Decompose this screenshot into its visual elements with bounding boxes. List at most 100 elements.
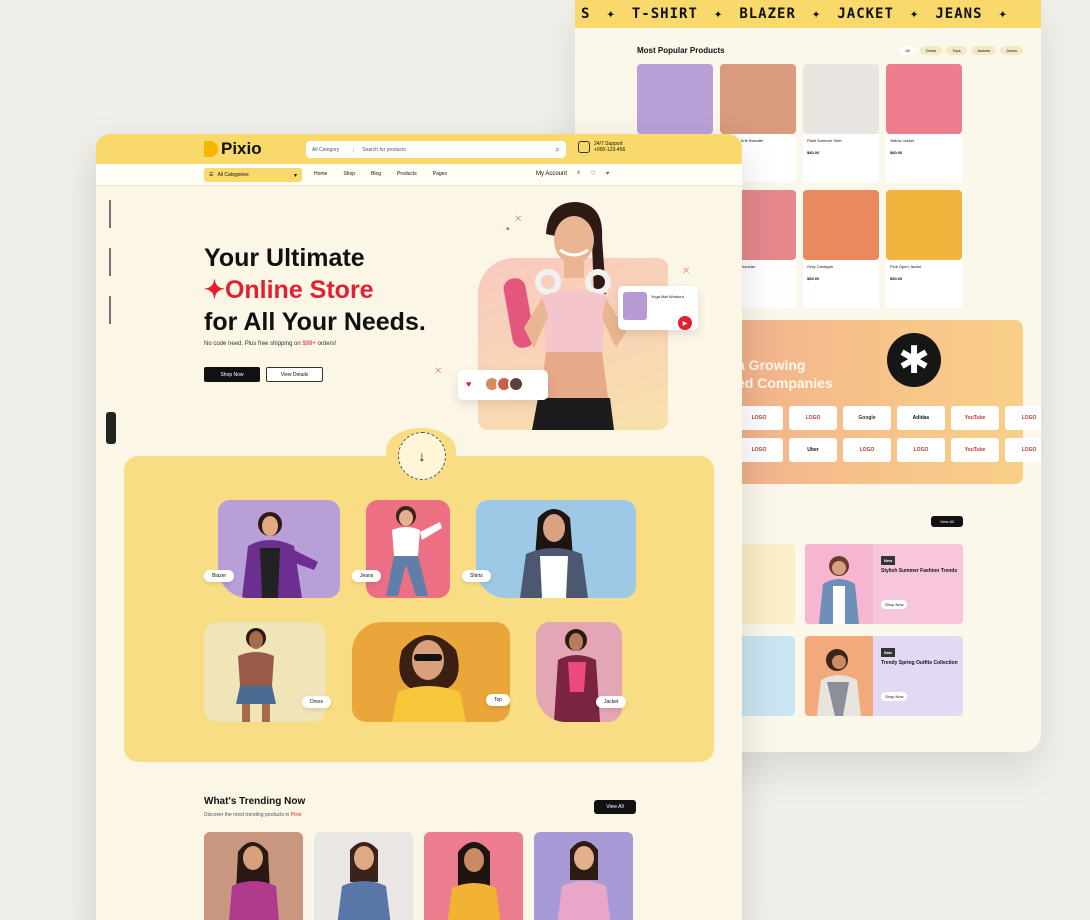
trending-product-card[interactable]	[204, 832, 303, 920]
product-image	[886, 64, 962, 134]
tab-all[interactable]: All	[899, 46, 916, 55]
search-category-select[interactable]: All Category	[312, 146, 355, 153]
product-price: $80.00	[807, 150, 820, 155]
hero-line: for All Your Needs.	[204, 308, 426, 336]
slide-dot[interactable]	[109, 200, 111, 228]
promo-model-image	[805, 636, 873, 716]
sponsor-title-line: a Growing	[737, 357, 806, 373]
product-image	[803, 64, 879, 134]
star-icon: ✦	[713, 6, 724, 22]
company-logo: Google	[843, 406, 891, 430]
tab-jackets[interactable]: Jackets	[970, 46, 997, 55]
shop-now-button[interactable]: Shop Now	[204, 367, 260, 382]
trending-product-card[interactable]	[424, 832, 523, 920]
hero-sub-highlight: $99+	[302, 341, 316, 347]
search-bar[interactable]: All Category Search for products ⌕	[306, 141, 566, 158]
scroll-handle[interactable]	[106, 412, 116, 444]
company-logo: LOGO	[735, 438, 783, 462]
product-price: $80.00	[890, 150, 903, 155]
promo-card[interactable]: New Stylish Summer Fashion Trends Shop N…	[805, 544, 963, 624]
tab-tops[interactable]: Tops	[946, 46, 967, 55]
marquee-item: T-SHIRT	[631, 6, 698, 22]
product-card[interactable]: Grey Cardigan $80.00	[803, 190, 879, 308]
wishlist-icon[interactable]: ♡	[590, 170, 595, 177]
decor-dot-icon: •	[506, 224, 510, 235]
product-card[interactable]: Plaid Summer Shirt $80.00	[803, 64, 879, 182]
view-all-button[interactable]: View All	[594, 800, 636, 814]
play-icon[interactable]: ▶	[678, 316, 692, 330]
trending-subtitle: Discover the most trending products in P…	[204, 812, 302, 818]
category-image	[392, 635, 466, 722]
tab-dress[interactable]: Dress	[919, 46, 943, 55]
category-label[interactable]: Jacket	[596, 696, 627, 708]
company-logo: YouTube	[951, 438, 999, 462]
menu-icon: ☰	[209, 172, 214, 178]
nav-item-pages[interactable]: Pages	[433, 171, 447, 177]
tab-jeans[interactable]: Jeans	[1000, 46, 1023, 55]
promo-title: Trendy Spring Outfits Collection	[881, 660, 958, 666]
product-image	[337, 842, 391, 920]
sponsor-title: a Growing ed Companies	[737, 356, 833, 392]
search-icon[interactable]: ⌕	[577, 170, 580, 177]
company-logo: LOGO	[1005, 438, 1041, 462]
nav-item-home[interactable]: Home	[314, 171, 327, 177]
category-label[interactable]: Shirts	[462, 570, 491, 582]
star-icon: ✦	[909, 6, 920, 22]
view-all-button[interactable]: View All	[931, 516, 963, 527]
star-icon: ✦	[606, 6, 616, 22]
shop-now-button[interactable]: Shop Now	[881, 692, 908, 701]
heart-icon: ♥	[466, 379, 472, 389]
front-page-preview: Pixio All Category Search for products ⌕…	[96, 134, 742, 920]
cart-icon[interactable]: ♥	[606, 171, 610, 177]
shop-now-button[interactable]: Shop Now	[881, 600, 908, 609]
star-icon: ✦	[998, 6, 1008, 22]
promo-model-image	[805, 544, 873, 624]
trending-title: What's Trending Now	[204, 796, 306, 807]
hero-line-accent: ✦Online Store	[204, 274, 426, 306]
trending-product-card[interactable]	[314, 832, 413, 920]
nav-item-shop[interactable]: Shop	[343, 171, 355, 177]
decor-cross-icon: ✕	[434, 366, 443, 377]
category-image	[520, 509, 588, 598]
account-link[interactable]: My Account	[536, 171, 567, 177]
support-phone: +000-123-456	[594, 147, 626, 153]
asterisk-icon: ✱	[887, 333, 941, 387]
slide-dot[interactable]	[109, 296, 111, 324]
mini-product-name: Yoga Mat Workout	[651, 294, 684, 299]
marquee-item: S	[581, 6, 591, 22]
category-label[interactable]: Top	[486, 694, 511, 706]
slide-indicator	[109, 200, 111, 344]
hero-sub-text: No code need. Plus free shipping on	[204, 341, 301, 347]
marquee-item: BLAZER	[739, 6, 796, 22]
product-image	[720, 64, 796, 134]
company-logo: Adidas	[897, 406, 945, 430]
trending-product-card[interactable]	[534, 832, 633, 920]
category-tile-shirts[interactable]	[476, 500, 636, 598]
slide-dot[interactable]	[109, 248, 111, 276]
hero-heading: Your Ultimate ✦Online Store for All Your…	[204, 242, 426, 338]
categories-label: All Categories	[217, 172, 249, 178]
product-card[interactable]: Pink Open Jacket $80.00	[886, 190, 962, 308]
promo-card[interactable]: Sale Trendy Spring Outfits Collection Sh…	[805, 636, 963, 716]
nav-actions: My Account ⌕ ♡ ♥	[536, 170, 609, 177]
promo-title: Stylish Summer Fashion Trends	[881, 568, 958, 574]
nav-item-blog[interactable]: Blog	[371, 171, 381, 177]
nav-item-products[interactable]: Products	[397, 171, 417, 177]
category-tile-top[interactable]	[352, 622, 510, 722]
category-label[interactable]: Jeans	[352, 570, 382, 582]
category-label[interactable]: Dress	[302, 696, 332, 708]
search-icon[interactable]: ⌕	[556, 145, 560, 155]
all-categories-button[interactable]: ☰ All Categories ▾	[204, 168, 302, 182]
nav-links: Home Shop Blog Products Pages	[314, 171, 447, 177]
company-logo: Uber	[789, 438, 837, 462]
brand-logo[interactable]: Pixio	[204, 139, 262, 159]
category-tile-jeans[interactable]	[366, 500, 450, 598]
category-label[interactable]: Blazer	[204, 570, 235, 582]
category-tile-blazer[interactable]	[218, 500, 340, 598]
view-details-button[interactable]: View Details	[266, 367, 323, 382]
search-input[interactable]: Search for products	[362, 147, 406, 153]
trending-sub-highlight: Pixio	[290, 812, 302, 818]
product-price: $80.00	[890, 276, 903, 281]
brand-name: Pixio	[221, 139, 262, 158]
product-card[interactable]: Yellow Jacket $80.00	[886, 64, 962, 182]
